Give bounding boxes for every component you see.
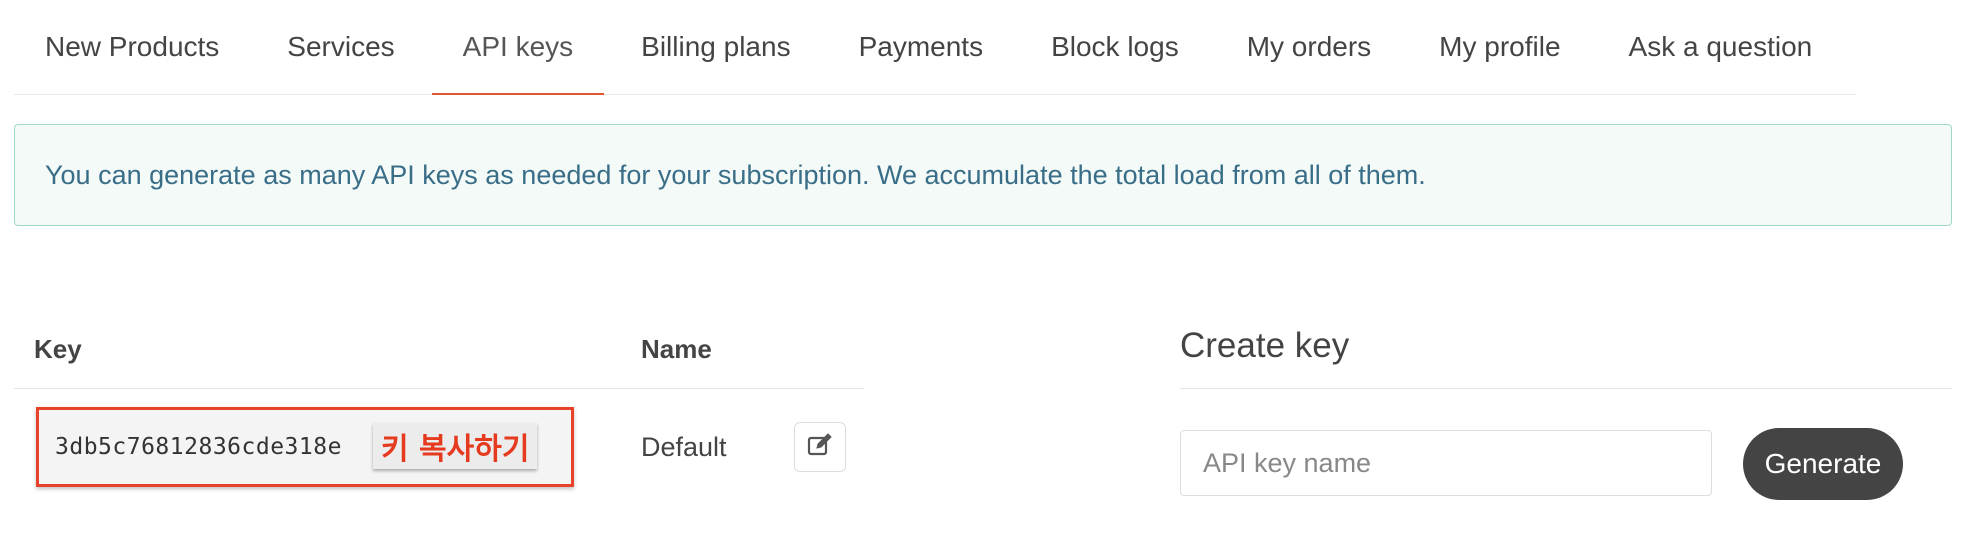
tab-billing-plans[interactable]: Billing plans	[610, 0, 821, 94]
create-key-divider	[1180, 388, 1952, 389]
table-header-row: Key Name	[14, 322, 864, 389]
tab-my-profile[interactable]: My profile	[1408, 0, 1591, 94]
generate-button[interactable]: Generate	[1743, 428, 1903, 500]
tab-payments[interactable]: Payments	[828, 0, 1015, 94]
api-keys-page: New Products Services API keys Billing p…	[0, 0, 1974, 554]
column-header-name: Name	[641, 334, 712, 364]
edit-icon	[807, 432, 833, 462]
api-keys-table: Key Name 3db5c76812836cde318e 키 복사하기 Def…	[14, 322, 864, 499]
copy-key-overlay-label[interactable]: 키 복사하기	[373, 423, 538, 469]
tab-block-logs[interactable]: Block logs	[1020, 0, 1210, 94]
tab-new-products[interactable]: New Products	[14, 0, 250, 94]
tab-ask-a-question[interactable]: Ask a question	[1598, 0, 1844, 94]
tab-my-orders[interactable]: My orders	[1216, 0, 1402, 94]
info-alert-text: You can generate as many API keys as nee…	[45, 159, 1426, 190]
tab-services[interactable]: Services	[256, 0, 425, 94]
edit-key-button[interactable]	[794, 422, 846, 472]
table-row: 3db5c76812836cde318e 키 복사하기 Default	[14, 389, 864, 499]
nav-tabs: New Products Services API keys Billing p…	[14, 0, 1856, 95]
api-key-name-input[interactable]	[1180, 430, 1712, 496]
api-key-value[interactable]: 3db5c76812836cde318e	[55, 434, 342, 460]
api-key-value-box[interactable]: 3db5c76812836cde318e 키 복사하기	[36, 407, 574, 487]
column-header-key: Key	[34, 334, 82, 364]
create-key-title: Create key	[1180, 326, 1350, 365]
tab-api-keys[interactable]: API keys	[431, 0, 605, 95]
info-alert: You can generate as many API keys as nee…	[14, 124, 1952, 226]
api-key-name: Default	[641, 432, 727, 462]
